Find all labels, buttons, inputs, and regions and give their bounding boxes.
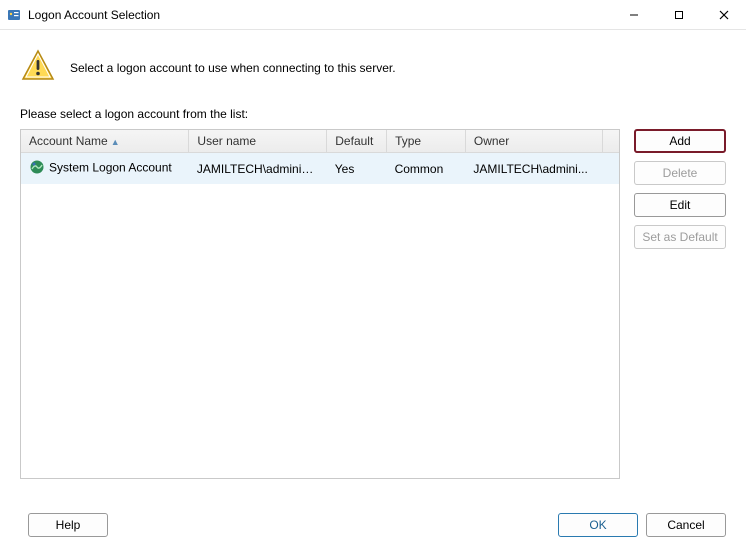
footer: Help OK Cancel: [20, 513, 726, 537]
sort-asc-icon: ▲: [111, 137, 120, 147]
column-account-name[interactable]: Account Name▲: [21, 130, 189, 153]
delete-button: Delete: [634, 161, 726, 185]
ok-button[interactable]: OK: [558, 513, 638, 537]
column-default[interactable]: Default: [327, 130, 387, 153]
side-button-panel: Add Delete Edit Set as Default: [634, 129, 726, 249]
column-user-name[interactable]: User name: [189, 130, 327, 153]
column-type[interactable]: Type: [387, 130, 466, 153]
title-bar: Logon Account Selection: [0, 0, 746, 30]
help-button[interactable]: Help: [28, 513, 108, 537]
cell-user-name: JAMILTECH\administ...: [189, 153, 327, 185]
table-row[interactable]: System Logon Account JAMILTECH\administ.…: [21, 153, 619, 185]
warning-icon: [20, 48, 56, 87]
minimize-button[interactable]: [611, 0, 656, 30]
cell-type: Common: [387, 153, 466, 185]
info-message: Select a logon account to use when conne…: [70, 61, 396, 75]
close-button[interactable]: [701, 0, 746, 30]
maximize-button[interactable]: [656, 0, 701, 30]
accounts-table: Account Name▲ User name Default Type Own…: [20, 129, 620, 479]
column-owner[interactable]: Owner: [465, 130, 602, 153]
cell-default: Yes: [327, 153, 387, 185]
set-default-button: Set as Default: [634, 225, 726, 249]
edit-button[interactable]: Edit: [634, 193, 726, 217]
cell-account-name: System Logon Account: [21, 153, 189, 185]
cell-owner: JAMILTECH\admini...: [465, 153, 602, 185]
column-spacer: [603, 130, 620, 153]
cancel-button[interactable]: Cancel: [646, 513, 726, 537]
list-label: Please select a logon account from the l…: [20, 107, 726, 121]
window-controls: [611, 0, 746, 30]
add-button[interactable]: Add: [634, 129, 726, 153]
window-title: Logon Account Selection: [28, 8, 160, 22]
app-icon: [6, 7, 22, 23]
info-row: Select a logon account to use when conne…: [20, 48, 726, 87]
account-icon: [29, 159, 45, 178]
